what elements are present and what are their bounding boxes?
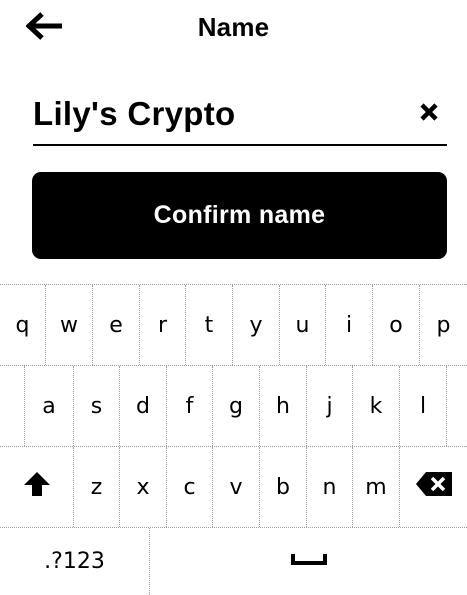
header-bar: Name: [0, 0, 467, 56]
clear-button[interactable]: [411, 96, 447, 132]
backspace-icon: [415, 471, 453, 503]
page-title: Name: [197, 12, 270, 42]
key-o[interactable]: o: [373, 285, 420, 365]
key-x[interactable]: x: [120, 447, 167, 527]
key-d[interactable]: d: [120, 366, 167, 446]
key-s[interactable]: s: [74, 366, 120, 446]
symbols-key[interactable]: .?123: [0, 528, 150, 595]
close-icon: [419, 102, 439, 127]
name-input[interactable]: [33, 90, 393, 138]
shift-icon: [23, 471, 51, 503]
key-k[interactable]: k: [353, 366, 400, 446]
confirm-name-button[interactable]: Confirm name: [32, 172, 447, 259]
key-q[interactable]: q: [0, 285, 46, 365]
key-y[interactable]: y: [233, 285, 280, 365]
key-m[interactable]: m: [353, 447, 400, 527]
key-a[interactable]: a: [24, 366, 74, 446]
on-screen-keyboard: q w e r t y u i o p a s d f g h j k l z …: [0, 284, 467, 595]
key-w[interactable]: w: [46, 285, 93, 365]
key-v[interactable]: v: [213, 447, 260, 527]
key-j[interactable]: j: [307, 366, 353, 446]
key-l[interactable]: l: [400, 366, 447, 446]
name-field: [33, 88, 447, 146]
key-t[interactable]: t: [186, 285, 233, 365]
key-n[interactable]: n: [307, 447, 353, 527]
shift-key[interactable]: [0, 447, 74, 527]
keyboard-row-3: z x c v b n m: [0, 447, 467, 527]
key-z[interactable]: z: [74, 447, 120, 527]
key-u[interactable]: u: [280, 285, 326, 365]
keyboard-row-4: .?123: [0, 528, 467, 595]
keyboard-row-2: a s d f g h j k l: [0, 366, 467, 446]
backspace-key[interactable]: [400, 447, 467, 527]
key-c[interactable]: c: [167, 447, 213, 527]
key-b[interactable]: b: [260, 447, 307, 527]
keyboard-row-1: q w e r t y u i o p: [0, 285, 467, 365]
key-i[interactable]: i: [326, 285, 373, 365]
key-h[interactable]: h: [260, 366, 307, 446]
key-f[interactable]: f: [167, 366, 213, 446]
key-r[interactable]: r: [140, 285, 186, 365]
space-bar-icon: [290, 552, 327, 571]
key-p[interactable]: p: [420, 285, 467, 365]
key-g[interactable]: g: [213, 366, 260, 446]
space-key[interactable]: [150, 528, 467, 595]
key-e[interactable]: e: [93, 285, 140, 365]
